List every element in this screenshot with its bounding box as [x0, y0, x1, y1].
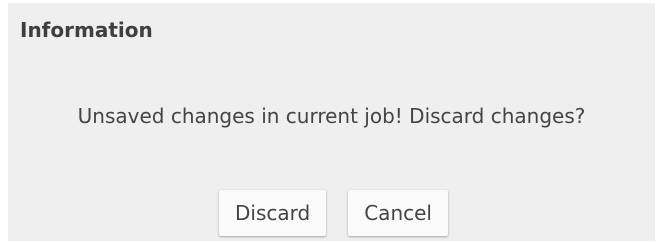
information-dialog: Information Unsaved changes in current j… [8, 3, 655, 241]
dialog-button-row: Discard Cancel [8, 190, 655, 236]
dialog-message: Unsaved changes in current job! Discard … [77, 104, 586, 128]
cancel-button[interactable]: Cancel [348, 190, 448, 236]
dialog-title: Information [20, 18, 153, 42]
discard-button[interactable]: Discard [219, 190, 327, 236]
